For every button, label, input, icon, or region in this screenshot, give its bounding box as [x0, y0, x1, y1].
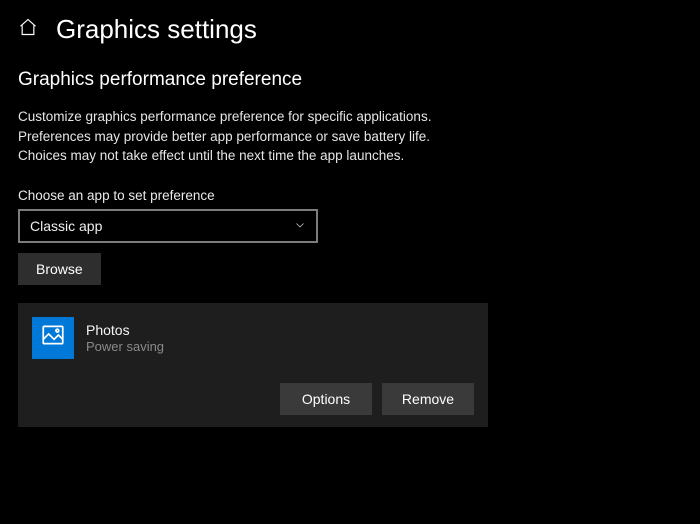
remove-button[interactable]: Remove [382, 383, 474, 415]
content-area: Graphics performance preference Customiz… [0, 55, 700, 441]
app-type-dropdown[interactable]: Classic app [18, 209, 318, 243]
options-button[interactable]: Options [280, 383, 372, 415]
chevron-down-icon [294, 218, 306, 234]
app-icon-tile [32, 317, 74, 359]
app-preference: Power saving [86, 339, 164, 354]
dropdown-label: Choose an app to set preference [18, 188, 682, 203]
app-card: Photos Power saving Options Remove [18, 303, 488, 427]
list-item[interactable]: Photos Power saving [32, 317, 474, 359]
section-heading: Graphics performance preference [18, 69, 682, 91]
photos-icon [40, 322, 66, 353]
section-description: Customize graphics performance preferenc… [18, 107, 448, 166]
card-buttons: Options Remove [32, 383, 474, 415]
header-bar: Graphics settings [0, 0, 700, 55]
page-title: Graphics settings [56, 14, 257, 45]
home-icon[interactable] [18, 17, 38, 42]
app-text: Photos Power saving [86, 322, 164, 354]
browse-button[interactable]: Browse [18, 253, 101, 285]
dropdown-value: Classic app [30, 218, 102, 234]
app-name: Photos [86, 322, 164, 338]
